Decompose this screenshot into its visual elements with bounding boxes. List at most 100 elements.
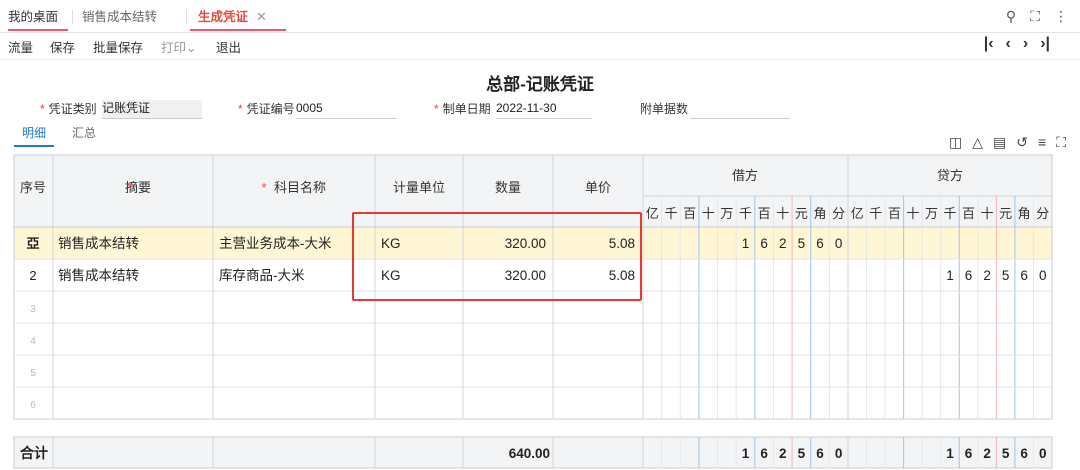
- settings-icon[interactable]: ≡: [1038, 134, 1046, 151]
- close-icon[interactable]: ✕: [256, 9, 267, 24]
- attach-input[interactable]: [690, 100, 790, 119]
- row-seq: 4: [30, 336, 36, 347]
- tab-home-label: 我的桌面: [8, 10, 59, 24]
- row-debit-digit: 5: [798, 236, 806, 251]
- header-unit: 计量单位: [393, 180, 445, 195]
- row-seq: 5: [30, 368, 36, 379]
- table-border: [13, 154, 1053, 420]
- next-icon[interactable]: ›: [1023, 35, 1028, 53]
- header-summary-required: *: [127, 180, 132, 195]
- credit-digit-header: 分: [1036, 206, 1049, 221]
- header-credit: 贷方: [937, 168, 963, 183]
- row-qty: 320.00: [505, 268, 546, 283]
- fullscreen-icon[interactable]: ⛶: [1030, 8, 1040, 25]
- link-icon[interactable]: ↺: [1016, 134, 1028, 151]
- debit-digit-header: 百: [683, 206, 696, 221]
- row-unit: KG: [381, 268, 401, 283]
- tab-sales-cost[interactable]: 销售成本结转: [82, 0, 157, 31]
- total-credit-digit: 2: [983, 446, 991, 461]
- last-icon[interactable]: ›|: [1040, 35, 1050, 53]
- total-credit-digit: 0: [1039, 446, 1047, 461]
- row-summary: 销售成本结转: [58, 236, 139, 251]
- exit-button[interactable]: 退出: [216, 37, 241, 56]
- total-credit-digit: 6: [965, 446, 973, 461]
- debit-digit-header: 十: [702, 206, 715, 221]
- voucher-no-input[interactable]: 0005: [296, 100, 396, 119]
- table-header-bg: [14, 155, 1052, 227]
- total-credit-digit: 1: [946, 446, 954, 461]
- header-seq: 序号: [20, 180, 46, 195]
- header-account: 科目名称: [274, 180, 326, 195]
- row-price: 5.08: [609, 268, 635, 283]
- row-credit-digit: 5: [1002, 268, 1010, 283]
- lock-icon[interactable]: △: [972, 134, 983, 151]
- row-credit-digit: 2: [983, 268, 991, 283]
- header-qty: 数量: [495, 180, 521, 195]
- total-debit-digit: 2: [779, 446, 787, 461]
- batch-save-button[interactable]: 批量保存: [93, 37, 143, 56]
- row-seq: 6: [30, 400, 36, 411]
- debit-digit-header: 万: [720, 206, 733, 221]
- total-credit-digit: 6: [1020, 446, 1028, 461]
- header-summary: 摘要: [125, 180, 151, 195]
- save-button[interactable]: 保存: [50, 37, 75, 56]
- debit-digit-header: 角: [814, 206, 827, 221]
- active-row-bg: [14, 227, 1052, 259]
- voucher-date-input[interactable]: 2022-11-30: [496, 100, 592, 119]
- tab-home[interactable]: 我的桌面: [8, 0, 68, 31]
- row-seq: 2: [29, 268, 36, 283]
- voucher-date-field: * 制单日期 2022-11-30: [434, 100, 592, 119]
- debit-digit-header: 百: [758, 206, 771, 221]
- voucher-type-input[interactable]: 记账凭证: [102, 100, 202, 119]
- credit-digit-header: 十: [906, 206, 919, 221]
- subtab-summary[interactable]: 汇总: [72, 124, 96, 141]
- row-credit-digit: 1: [946, 268, 954, 283]
- credit-digit-header: 百: [962, 206, 975, 221]
- credit-digit-header: 万: [925, 206, 938, 221]
- row-unit: KG: [381, 236, 401, 251]
- debit-digit-header: 千: [664, 206, 677, 221]
- highlight-box: [352, 212, 642, 301]
- columns-icon[interactable]: ▤: [993, 134, 1006, 151]
- tab-sales-cost-label: 销售成本结转: [82, 10, 158, 24]
- credit-digit-header: 角: [1018, 206, 1031, 221]
- toolbar: 流量 保存 批量保存 打印⌄ 退出 |‹ ‹ › ›|: [0, 33, 1080, 60]
- credit-digit-header: 亿: [851, 206, 864, 221]
- credit-digit-header: 千: [943, 206, 956, 221]
- total-debit-digit: 1: [742, 446, 750, 461]
- print-button[interactable]: 打印⌄: [161, 37, 196, 56]
- row-debit-digit: 0: [835, 236, 843, 251]
- tab-generate-voucher[interactable]: 生成凭证 ✕: [190, 0, 286, 31]
- row-account: 库存商品-大米: [219, 268, 305, 283]
- row-seq: 亞: [26, 236, 39, 251]
- flow-button[interactable]: 流量: [8, 37, 33, 56]
- row-credit-digit: 6: [1020, 268, 1028, 283]
- row-credit-digit: 6: [965, 268, 973, 283]
- total-debit-digit: 6: [760, 446, 768, 461]
- attach-field: 附单据数: [640, 100, 790, 119]
- credit-digit-header: 百: [888, 206, 901, 221]
- insert-row-icon[interactable]: ◫: [949, 134, 962, 151]
- debit-digit-header: 元: [795, 206, 808, 221]
- debit-digit-header: 十: [776, 206, 789, 221]
- expand-icon[interactable]: ⛶: [1056, 134, 1066, 151]
- total-qty: 640.00: [509, 446, 550, 461]
- row-credit-digit: 0: [1039, 268, 1047, 283]
- voucher-title: 总部-记账凭证: [486, 75, 594, 94]
- search-icon[interactable]: ⚲: [1006, 8, 1016, 25]
- voucher-no-field: * 凭证编号 0005: [238, 100, 396, 119]
- more-icon[interactable]: ⋮: [1054, 8, 1068, 25]
- attach-label: 附单据数: [640, 102, 689, 116]
- prev-icon[interactable]: ‹: [1006, 35, 1011, 53]
- row-debit-digit: 1: [742, 236, 750, 251]
- total-label: 合计: [20, 445, 48, 461]
- first-icon[interactable]: |‹: [984, 35, 994, 53]
- debit-digit-header: 亿: [646, 206, 659, 221]
- total-debit-digit: 6: [816, 446, 824, 461]
- debit-digit-header: 千: [739, 206, 752, 221]
- voucher-type-label: 凭证类别: [48, 102, 97, 116]
- subtab-detail[interactable]: 明细: [14, 124, 54, 147]
- voucher-date-label: 制单日期: [442, 102, 491, 116]
- row-seq: 3: [30, 304, 36, 315]
- voucher-no-label: 凭证编号: [246, 102, 295, 116]
